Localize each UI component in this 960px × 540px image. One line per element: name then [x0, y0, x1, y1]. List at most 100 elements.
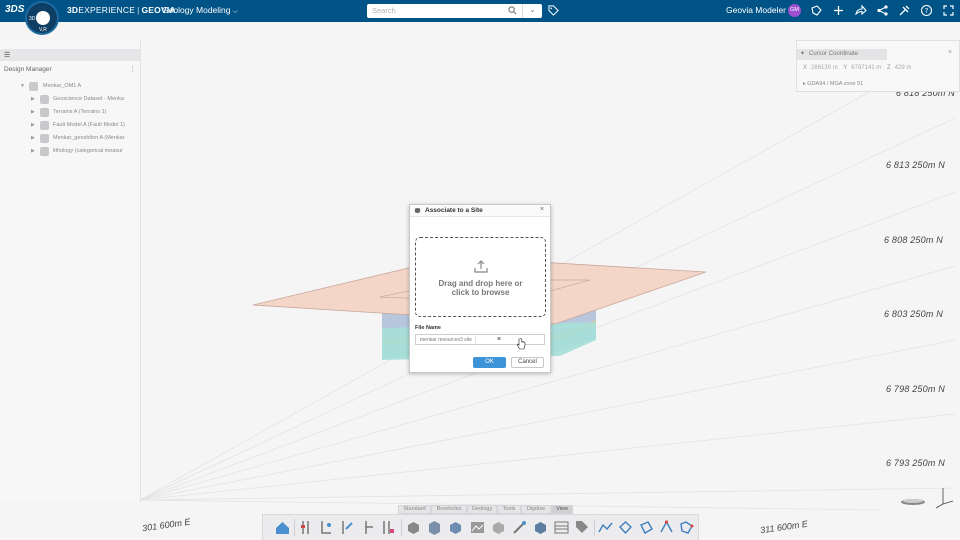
tab-boreholes[interactable]: Boreholes	[431, 505, 467, 514]
volume-icon[interactable]	[447, 519, 464, 536]
surface-stack-icon[interactable]	[426, 519, 443, 536]
home-icon[interactable]	[274, 519, 291, 536]
panel-toolbar: ☰	[0, 49, 141, 61]
search-icon[interactable]	[508, 6, 517, 15]
dataset-icon	[40, 95, 49, 104]
file-name-field[interactable]: menkar resources3 site ×	[415, 334, 545, 350]
measure-icon[interactable]	[360, 519, 377, 536]
associate-site-dialog: Associate to a Site × Drag and drop here…	[409, 204, 551, 373]
hand-cursor-icon	[517, 338, 526, 350]
dropzone-text: Drag and drop here or click to browse	[438, 279, 523, 297]
compass-widget[interactable]: 3D V,R	[25, 1, 59, 35]
model-icon	[29, 82, 38, 91]
fullscreen-icon[interactable]	[942, 4, 955, 17]
northing-label: 6 808 250m N	[884, 235, 943, 245]
section-image-icon[interactable]	[469, 519, 486, 536]
close-icon[interactable]: ×	[540, 206, 544, 213]
collapse-arrow-icon[interactable]: ▶	[31, 122, 35, 128]
collapse-arrow-icon[interactable]: ▶	[31, 109, 35, 115]
action-toolbar	[262, 514, 699, 540]
polyline-icon[interactable]	[597, 519, 614, 536]
tab-tools[interactable]: Tools	[497, 505, 521, 514]
geo-object-icon	[40, 134, 49, 143]
borehole-icon[interactable]	[298, 519, 315, 536]
search-scope-chevron-icon[interactable]: ⌄	[522, 4, 542, 18]
block-model-icon[interactable]	[490, 519, 507, 536]
tree-view-icon[interactable]: ☰	[4, 51, 10, 59]
upload-icon	[474, 260, 488, 273]
polygon-icon[interactable]	[617, 519, 634, 536]
tab-geology[interactable]: Geology	[467, 505, 497, 514]
terrain-icon	[40, 108, 49, 117]
site-icon	[414, 207, 421, 214]
probe-icon[interactable]	[511, 519, 528, 536]
borehole-edit-icon[interactable]	[339, 519, 356, 536]
tab-standard[interactable]: Standard	[398, 505, 431, 514]
file-chip: menkar resources3 site	[417, 336, 476, 344]
cancel-button[interactable]: Cancel	[511, 357, 544, 368]
crs-row[interactable]: ▸ GDA94 / MGA zone 51	[803, 81, 863, 87]
closed-polygon-icon[interactable]	[638, 519, 655, 536]
dialog-title: Associate to a Site	[425, 207, 483, 214]
design-manager-panel: ☰ Design Manager ⋮ ▼ Menkar_OM1 A ▶ Geos…	[0, 40, 141, 502]
pin-icon[interactable]: ✦	[800, 49, 805, 60]
add-icon[interactable]	[832, 4, 845, 17]
northing-label: 6 803 250m N	[884, 309, 943, 319]
tree-item[interactable]: ▶ lithology (categorical measur	[0, 146, 141, 158]
label-icon[interactable]	[810, 4, 823, 17]
expand-arrow-icon[interactable]: ▼	[20, 83, 25, 89]
fault-model-icon	[40, 121, 49, 130]
tab-digitize[interactable]: Digitize	[521, 505, 551, 514]
search-input[interactable]: Search	[372, 6, 396, 15]
northing-label: 6 793 250m N	[886, 458, 945, 468]
svg-text:?: ?	[925, 7, 929, 15]
cube-icon[interactable]	[532, 519, 549, 536]
vertex-edit-icon[interactable]	[658, 519, 675, 536]
tree-item[interactable]: ▶ Terrains A (Terrains 1)	[0, 107, 141, 119]
tree-item[interactable]: ▶ Geoscience Dataset - Menka	[0, 94, 141, 106]
user-name[interactable]: Geovia Modeler	[726, 5, 786, 15]
remove-file-icon[interactable]: ×	[497, 335, 501, 344]
axis-triad-icon	[901, 488, 954, 509]
lithology-icon	[40, 147, 49, 156]
borehole-tool-icon[interactable]	[318, 519, 335, 536]
app-switcher[interactable]: Geology Modeling ⌵	[162, 5, 238, 16]
top-bar: 3DS 3DEXPERIENCE | GEOVIA Geology Modeling…	[0, 0, 960, 22]
play-icon[interactable]	[36, 11, 50, 25]
brand-title: 3DEXPERIENCE | GEOVIA	[67, 5, 176, 15]
more-options-icon[interactable]: ⋮	[129, 65, 136, 73]
file-name-label: File Name	[415, 325, 441, 331]
panel-title: Design Manager	[4, 66, 52, 73]
collapse-arrow-icon[interactable]: ▶	[31, 96, 35, 102]
panel-header: ✦ Cursor Coordinate	[797, 49, 887, 60]
tree-item-root[interactable]: ▼ Menkar_OM1 A	[0, 81, 141, 93]
table-icon[interactable]	[553, 519, 570, 536]
help-icon[interactable]: ?	[920, 4, 933, 17]
search-box[interactable]: Search ⌄	[367, 4, 542, 18]
ok-button[interactable]: OK	[473, 357, 506, 368]
share-network-icon[interactable]	[876, 4, 889, 17]
close-icon[interactable]: ×	[948, 49, 952, 56]
collapse-arrow-icon[interactable]: ▸	[803, 81, 806, 87]
avatar[interactable]: GM	[788, 4, 801, 17]
file-dropzone[interactable]: Drag and drop here or click to browse	[415, 237, 546, 317]
tab-view[interactable]: View	[551, 505, 573, 514]
collapse-arrow-icon[interactable]: ▶	[31, 148, 35, 154]
chevron-down-icon: ⌵	[232, 8, 238, 15]
tree-item[interactable]: ▶ Fault Model A (Fault Model 1)	[0, 120, 141, 132]
tag-tool-icon[interactable]	[574, 519, 591, 536]
tree-item[interactable]: ▶ Menkar_geoshifon A (Menkar	[0, 133, 141, 145]
split-line-icon[interactable]	[678, 519, 695, 536]
tag-icon[interactable]	[548, 5, 559, 16]
solid-icon[interactable]	[405, 519, 422, 536]
northing-label: 6 813 250m N	[886, 160, 945, 170]
share-arrow-icon[interactable]	[854, 4, 867, 17]
dialog-header: Associate to a Site ×	[410, 205, 550, 217]
northing-label: 6 798 250m N	[886, 384, 945, 394]
log-icon[interactable]	[380, 519, 397, 536]
tools-icon[interactable]	[898, 4, 911, 17]
coordinate-readout: X 286130 m Y 6797141 m Z 429 m	[803, 65, 912, 71]
cursor-coordinate-panel: ✦ Cursor Coordinate × X 286130 m Y 6797141…	[796, 40, 960, 92]
dassault-logo: 3DS	[5, 4, 25, 15]
collapse-arrow-icon[interactable]: ▶	[31, 135, 35, 141]
